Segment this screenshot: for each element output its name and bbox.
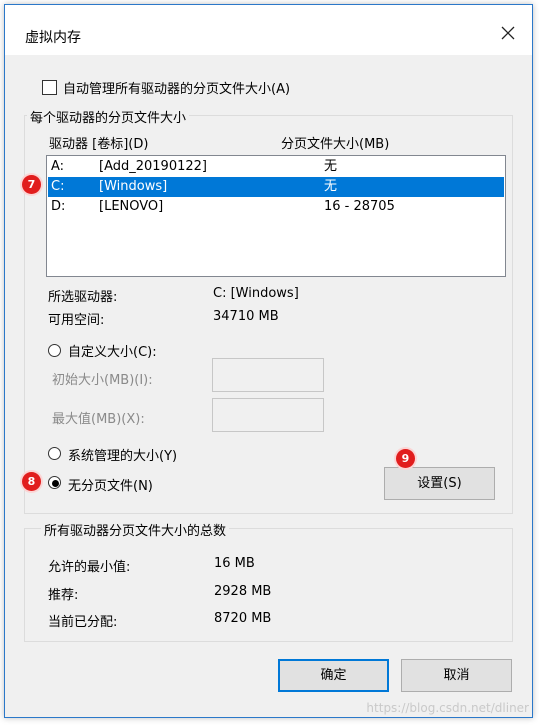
allocated-value: 8720 MB xyxy=(214,611,272,626)
list-item-selected[interactable]: C: [Windows] 无 xyxy=(48,177,504,197)
drive-size: 16 - 28705 xyxy=(324,199,395,214)
set-button[interactable]: 设置(S) xyxy=(384,467,495,500)
per-drive-group-title: 每个驱动器的分页文件大小 xyxy=(27,107,190,126)
annotation-badge-8: 8 xyxy=(22,472,41,491)
close-icon[interactable] xyxy=(498,23,518,43)
auto-manage-checkbox[interactable] xyxy=(42,80,57,95)
drive-letter: A: xyxy=(51,159,65,174)
ok-button[interactable]: 确定 xyxy=(278,659,389,692)
no-paging-file-radio[interactable] xyxy=(48,476,61,489)
column-header-size: 分页文件大小(MB) xyxy=(281,137,390,152)
watermark: https://blog.csdn.net/dliner xyxy=(366,701,529,715)
drive-size: 无 xyxy=(324,179,338,194)
selected-drive-label: 所选驱动器: xyxy=(48,290,118,305)
no-paging-file-label: 无分页文件(N) xyxy=(68,479,153,494)
window-title: 虚拟内存 xyxy=(25,30,81,46)
recommended-label: 推荐: xyxy=(48,588,79,603)
drive-label: [Add_20190122] xyxy=(99,159,207,174)
selected-drive-value: C: [Windows] xyxy=(213,286,299,301)
custom-size-radio[interactable] xyxy=(48,344,61,357)
free-space-label: 可用空间: xyxy=(48,313,105,328)
annotation-badge-7: 7 xyxy=(22,175,41,194)
totals-group-title: 所有驱动器分页文件大小的总数 xyxy=(41,520,230,539)
max-size-label: 最大值(MB)(X): xyxy=(52,412,145,427)
annotation-badge-9: 9 xyxy=(396,449,415,468)
min-allowed-value: 16 MB xyxy=(214,556,255,571)
column-header-drive: 驱动器 [卷标](D) xyxy=(49,137,149,152)
custom-size-label: 自定义大小(C): xyxy=(68,345,157,360)
list-item[interactable]: A: [Add_20190122] 无 xyxy=(48,157,504,177)
drive-letter: C: xyxy=(51,179,65,194)
initial-size-input[interactable] xyxy=(212,358,324,392)
auto-manage-label: 自动管理所有驱动器的分页文件大小(A) xyxy=(63,82,291,97)
title-bar: 虚拟内存 xyxy=(5,5,532,55)
list-item[interactable]: D: [LENOVO] 16 - 28705 xyxy=(48,197,504,217)
initial-size-label: 初始大小(MB)(I): xyxy=(52,373,153,388)
virtual-memory-dialog: 虚拟内存 自动管理所有驱动器的分页文件大小(A) 每个驱动器的分页文件大小 驱动… xyxy=(4,4,533,718)
recommended-value: 2928 MB xyxy=(214,584,272,599)
free-space-value: 34710 MB xyxy=(213,309,279,324)
cancel-button[interactable]: 取消 xyxy=(401,659,512,692)
min-allowed-label: 允许的最小值: xyxy=(48,560,131,575)
drive-letter: D: xyxy=(51,199,66,214)
drive-list[interactable]: A: [Add_20190122] 无 C: [Windows] 无 D: [L… xyxy=(46,155,506,277)
max-size-input[interactable] xyxy=(212,398,324,432)
system-managed-label: 系统管理的大小(Y) xyxy=(68,449,178,464)
drive-size: 无 xyxy=(324,159,338,174)
system-managed-radio[interactable] xyxy=(48,447,61,460)
drive-label: [Windows] xyxy=(99,179,168,194)
drive-label: [LENOVO] xyxy=(99,199,164,214)
allocated-label: 当前已分配: xyxy=(48,615,118,630)
